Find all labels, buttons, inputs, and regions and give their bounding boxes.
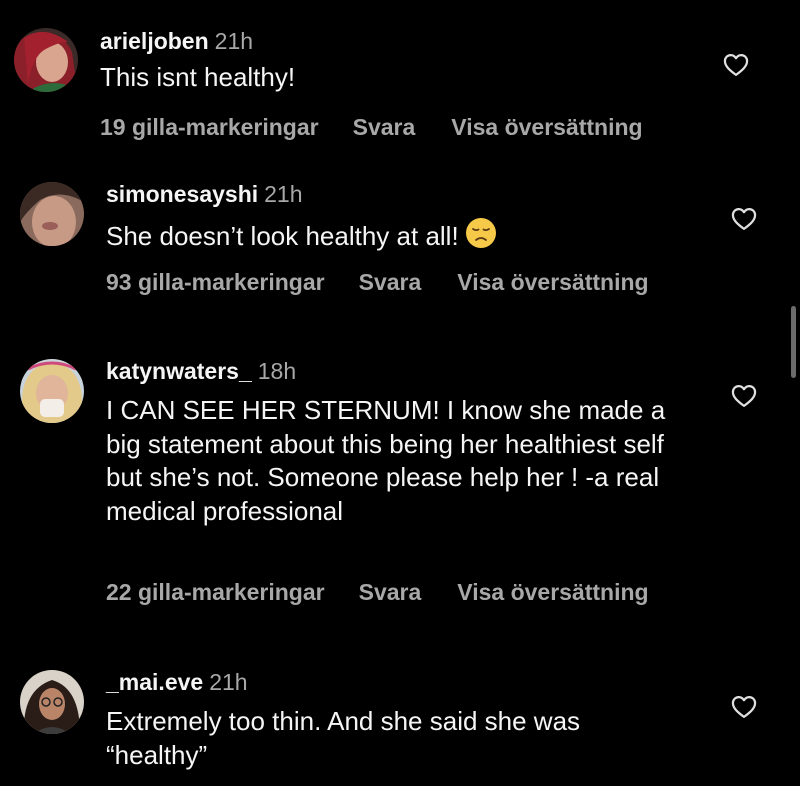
timestamp: 21h — [264, 181, 303, 207]
translate-button[interactable]: Visa översättning — [457, 268, 648, 296]
comment-actions: 22 gilla-markeringar Svara Visa översättni… — [106, 578, 649, 606]
timestamp: 18h — [257, 358, 297, 384]
avatar[interactable] — [20, 359, 84, 423]
username[interactable]: arieljoben — [100, 28, 209, 54]
reply-button[interactable]: Svara — [359, 578, 422, 606]
likes-count[interactable]: 93 gilla-markeringar — [106, 268, 325, 296]
likes-count[interactable]: 19 gilla-markeringar — [100, 113, 319, 141]
comment-item: arieljoben 21h This isnt healthy! 19 gill… — [0, 0, 800, 160]
comment-header: simonesayshi 21h — [106, 180, 303, 208]
avatar[interactable] — [20, 182, 84, 246]
comment-text: Extremely too thin. And she said she was… — [106, 706, 581, 770]
comment-item: _mai.eve 21h Extremely too thin. And she … — [0, 660, 800, 786]
comment-text: This isnt healthy! — [100, 62, 296, 92]
comment-actions: 93 gilla-markeringar Svara Visa översättni… — [106, 268, 649, 296]
comment-text-content: She doesn’t look healthy at all! — [106, 221, 459, 251]
heart-outline-icon[interactable] — [730, 693, 758, 721]
comment-item: katynwaters_ 18h I CAN SEE HER STERNUM! I… — [0, 330, 800, 660]
username[interactable]: katynwaters_ — [106, 358, 252, 384]
reply-button[interactable]: Svara — [353, 113, 416, 141]
comment-actions: 19 gilla-markeringar Svara Visa översättni… — [100, 113, 643, 141]
comment-text: I CAN SEE HER STERNUM! I know she made a… — [106, 395, 666, 526]
translate-button[interactable]: Visa översättning — [457, 578, 648, 606]
likes-count[interactable]: 22 gilla-markeringar — [106, 578, 325, 606]
avatar[interactable] — [14, 28, 78, 92]
reply-button[interactable]: Svara — [359, 268, 422, 296]
translate-button[interactable]: Visa översättning — [451, 113, 642, 141]
scrollbar[interactable] — [791, 306, 796, 378]
comment-header: arieljoben 21h — [100, 27, 253, 55]
username[interactable]: _mai.eve — [106, 669, 203, 695]
heart-outline-icon[interactable] — [722, 51, 750, 79]
timestamp: 21h — [209, 669, 248, 695]
comment-header: _mai.eve 21h — [106, 668, 248, 696]
heart-outline-icon[interactable] — [730, 205, 758, 233]
avatar[interactable] — [20, 670, 84, 734]
comment-text: She doesn’t look healthy at all! — [106, 217, 706, 254]
comment-header: katynwaters_ 18h — [106, 357, 296, 385]
heart-outline-icon[interactable] — [730, 382, 758, 410]
username[interactable]: simonesayshi — [106, 181, 258, 207]
comment-item: simonesayshi 21h She doesn’t look healthy… — [0, 160, 800, 330]
timestamp: 21h — [214, 28, 254, 54]
disappointed-face-emoji — [465, 218, 496, 248]
